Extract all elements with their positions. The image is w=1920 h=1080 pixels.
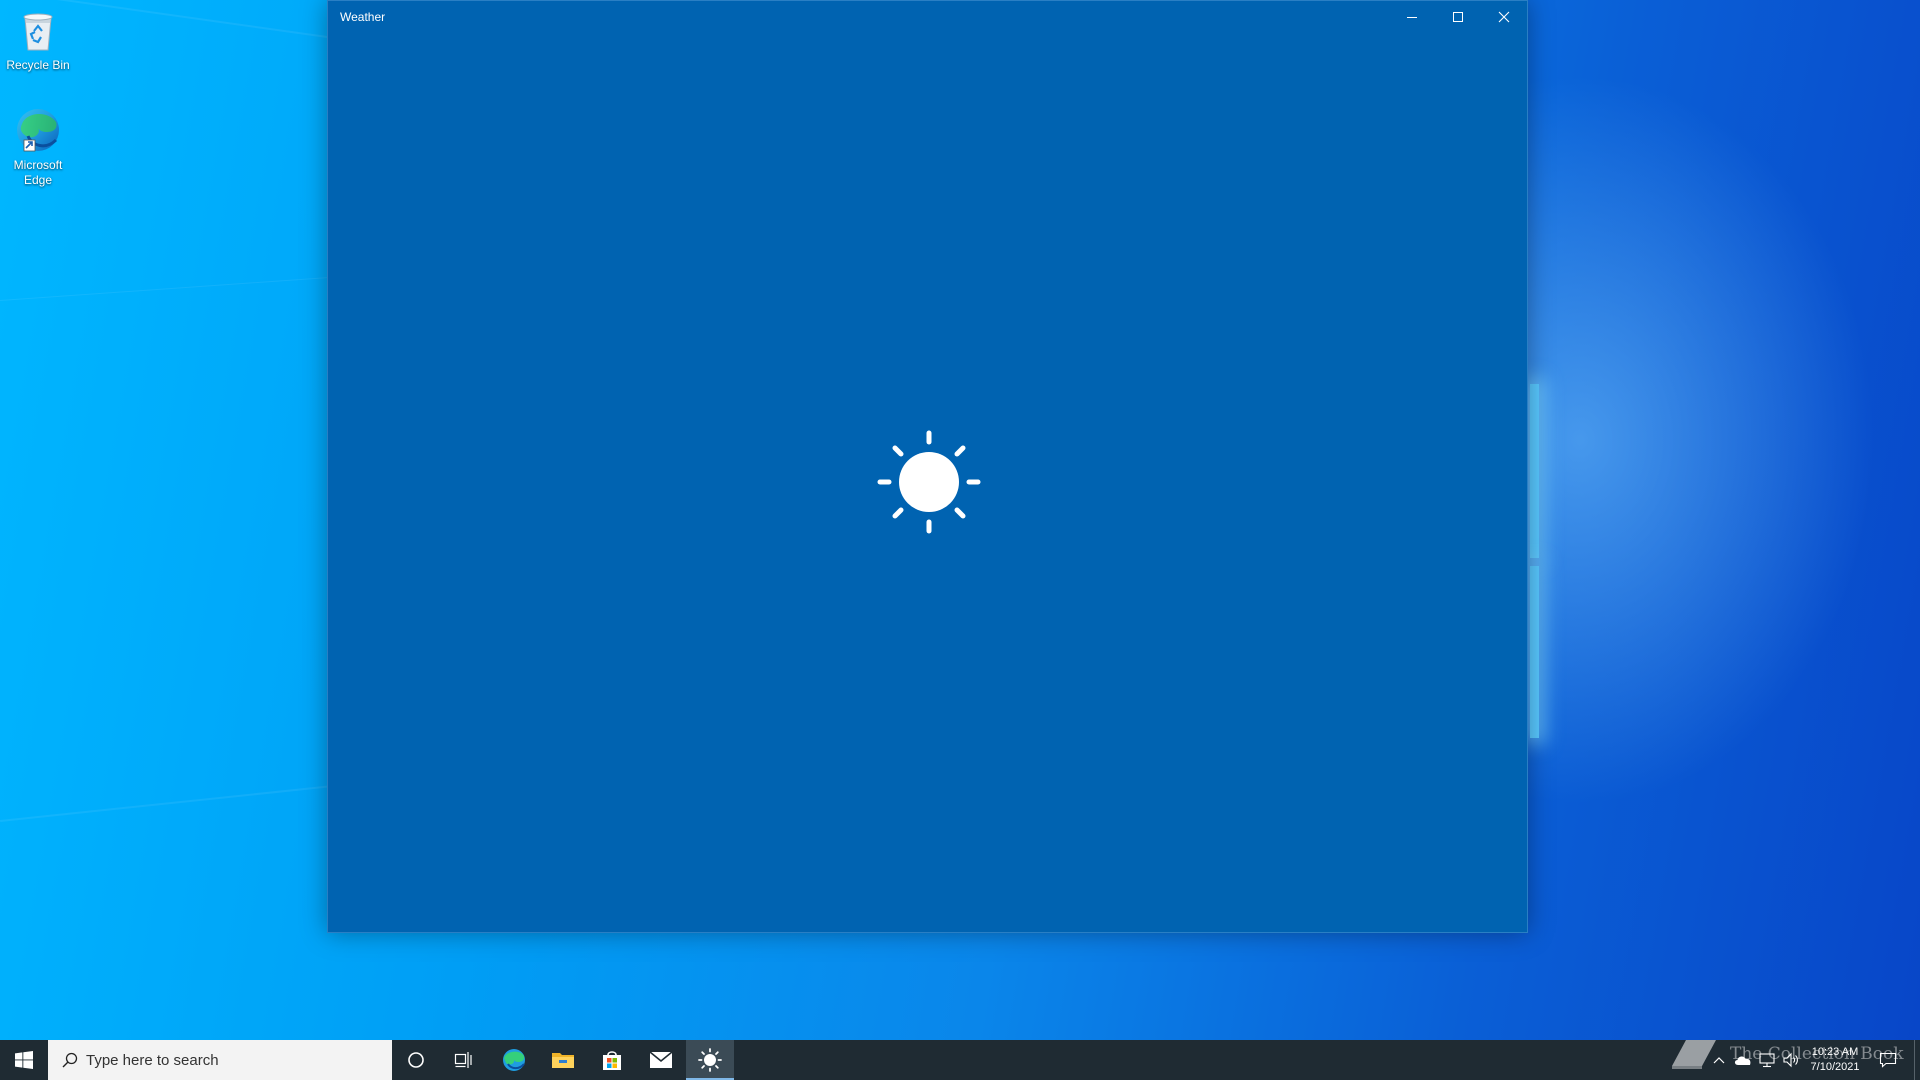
close-button[interactable] <box>1481 1 1527 33</box>
taskbar-clock[interactable]: 10:23 AM 7/10/2021 <box>1800 1045 1870 1075</box>
network-button[interactable] <box>1755 1040 1779 1080</box>
search-icon <box>62 1052 78 1068</box>
window-title: Weather <box>340 10 386 24</box>
clock-time: 10:23 AM <box>1811 1046 1859 1058</box>
cortana-button[interactable] <box>392 1040 440 1080</box>
taskbar-file-explorer-button[interactable] <box>539 1040 587 1080</box>
clock-date: 7/10/2021 <box>1810 1061 1860 1073</box>
file-explorer-icon <box>552 1053 574 1068</box>
taskbar-store-button[interactable] <box>588 1040 636 1080</box>
edge-icon <box>14 106 62 154</box>
desktop-icon-label: Microsoft Edge <box>13 158 63 187</box>
taskbar-mail-button[interactable] <box>637 1040 685 1080</box>
taskbar[interactable]: 10:23 AM 7/10/2021 <box>0 1040 1920 1080</box>
speaker-icon <box>1783 1052 1798 1068</box>
desktop-icon-microsoft-edge[interactable]: Microsoft Edge <box>0 106 76 188</box>
task-view-icon <box>454 1052 472 1068</box>
sun-icon <box>877 430 981 534</box>
network-icon <box>1759 1053 1775 1068</box>
task-view-button[interactable] <box>440 1040 488 1080</box>
maximize-button[interactable] <box>1435 1 1481 33</box>
close-icon <box>1498 11 1510 23</box>
recycle-bin-icon <box>14 6 62 54</box>
onedrive-cloud-icon <box>1734 1056 1751 1065</box>
onedrive-button[interactable] <box>1731 1040 1755 1080</box>
minimize-icon <box>1407 17 1417 18</box>
windows-logo-icon <box>15 1051 33 1069</box>
minimize-button[interactable] <box>1389 1 1435 33</box>
taskbar-search[interactable] <box>48 1040 392 1080</box>
show-desktop-button[interactable] <box>1914 1040 1920 1080</box>
mail-icon <box>649 1051 673 1068</box>
wallpaper-ray <box>0 785 329 822</box>
weather-window[interactable]: Weather <box>327 0 1528 933</box>
search-input[interactable] <box>86 1051 376 1069</box>
maximize-icon <box>1453 12 1463 22</box>
window-titlebar[interactable]: Weather <box>328 1 1527 33</box>
wallpaper-light-bar <box>1530 566 1539 738</box>
notification-icon <box>1879 1052 1897 1068</box>
show-hidden-icons-button[interactable] <box>1707 1040 1731 1080</box>
edge-icon <box>503 1049 525 1071</box>
cortana-icon <box>408 1052 424 1068</box>
chevron-up-icon <box>1713 1057 1725 1064</box>
weather-icon <box>698 1048 722 1072</box>
wallpaper-light-bar <box>1530 384 1539 558</box>
start-button[interactable] <box>0 1040 48 1080</box>
desktop-icon-recycle-bin[interactable]: Recycle Bin <box>0 6 76 73</box>
action-center-button[interactable] <box>1876 1040 1900 1080</box>
taskbar-edge-button[interactable] <box>490 1040 538 1080</box>
store-icon <box>603 1051 621 1070</box>
wallpaper-ray <box>0 276 330 301</box>
taskbar-weather-button[interactable] <box>686 1040 734 1080</box>
desktop-icon-label: Recycle Bin <box>6 58 70 72</box>
